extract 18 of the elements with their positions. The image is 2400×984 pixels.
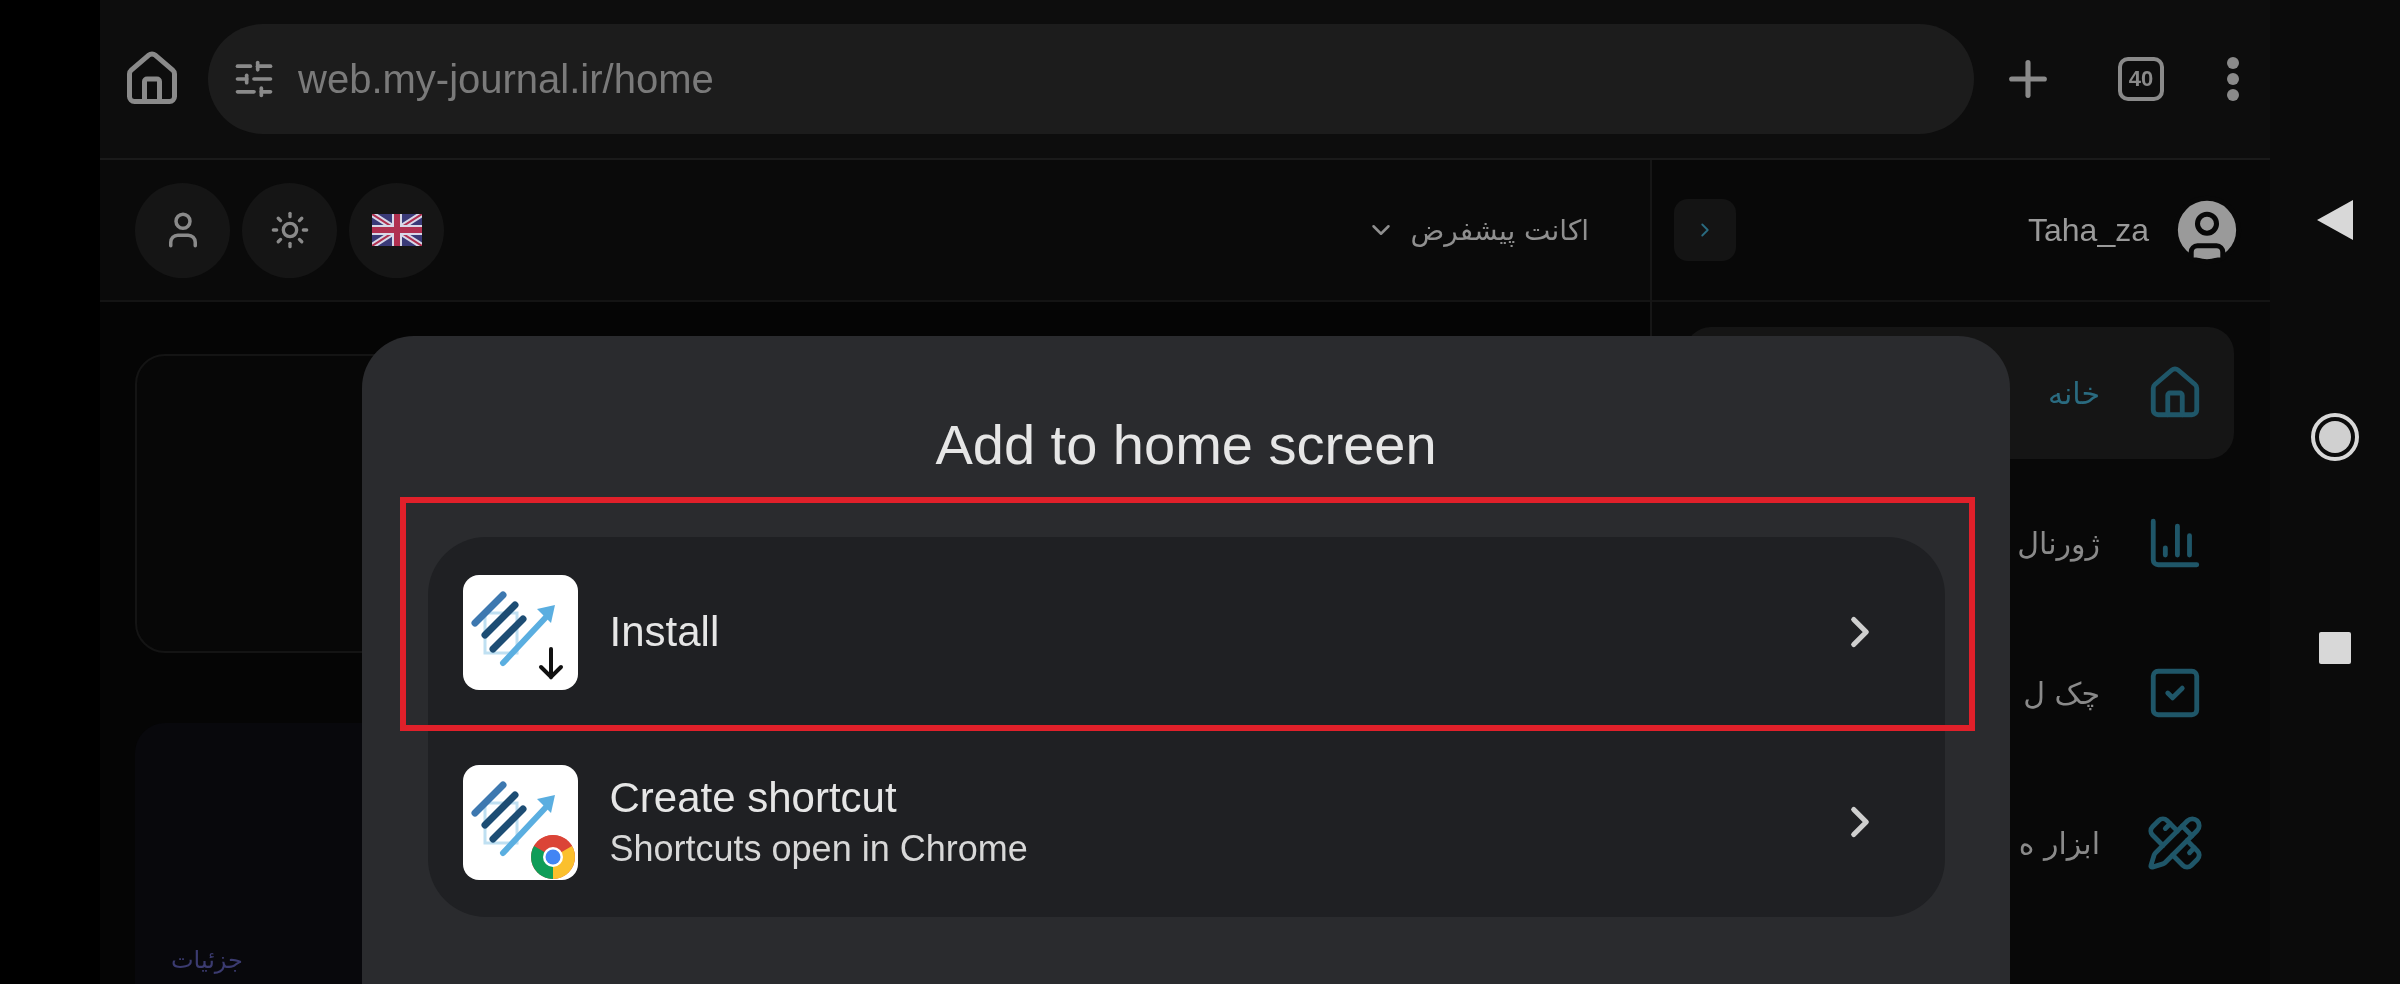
option-title: Install — [609, 608, 721, 656]
account-dropdown[interactable]: اکانت پیشفرض — [1360, 212, 1595, 248]
dialog-title: Add to home screen — [935, 412, 1437, 477]
option-subtitle: Shortcuts open in Chrome — [609, 828, 1029, 870]
back-icon[interactable] — [2315, 198, 2355, 242]
address-bar[interactable]: web.my-journal.ir/home — [208, 24, 1974, 134]
more-icon — [2226, 56, 2240, 102]
url-text: web.my-journal.ir/home — [298, 56, 714, 102]
option-title: Create shortcut — [609, 774, 898, 822]
app-shortcut-icon — [462, 764, 578, 880]
tools-icon — [2146, 814, 2204, 872]
flag-icon — [371, 214, 422, 246]
user-name: Taha_za — [2028, 211, 2149, 249]
tab-switcher-button[interactable]: 40 — [2118, 57, 2164, 101]
home-circle-icon[interactable] — [2310, 412, 2360, 462]
menu-button[interactable] — [2226, 56, 2240, 102]
app-install-icon — [462, 574, 578, 690]
sun-icon — [269, 210, 310, 250]
